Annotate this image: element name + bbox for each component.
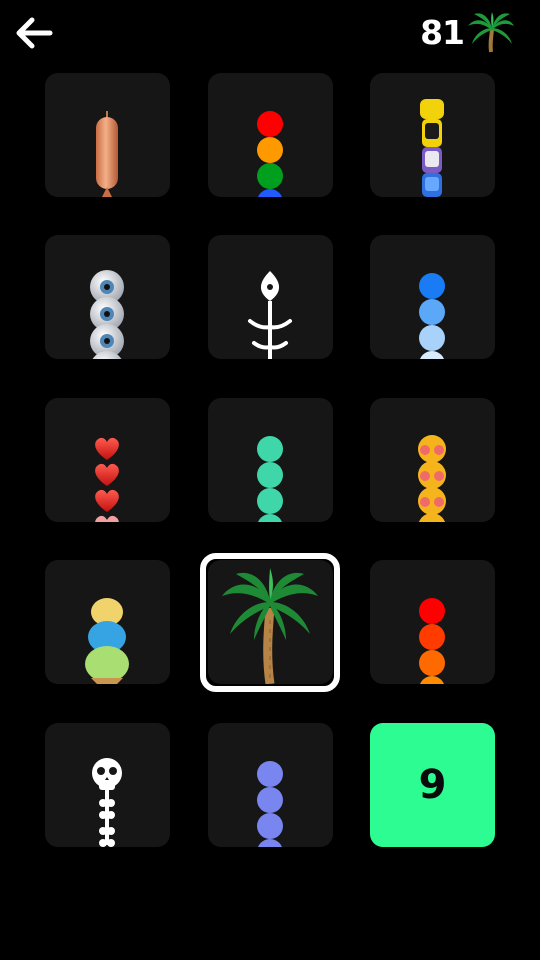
back-button[interactable] [12, 14, 56, 52]
skin-tile-cars[interactable] [370, 73, 495, 197]
palm-tree-icon [222, 568, 318, 684]
heart-stack-icon [95, 437, 119, 522]
lavender-balls-icon [257, 761, 283, 847]
currency-counter: 81 [420, 8, 516, 56]
teal-balls-icon [257, 436, 283, 522]
blue-balls-icon [419, 273, 445, 359]
palm-tree-icon [468, 12, 514, 53]
fish-skeleton-icon [248, 271, 292, 359]
palm-count: 81 [420, 12, 465, 52]
sausage-icon [96, 111, 118, 197]
car-stack-icon [420, 99, 444, 197]
emoji-stack-icon [418, 435, 446, 522]
skin-tile-palm-tree[interactable] [208, 560, 333, 684]
skin-tile-lavender-balls[interactable] [208, 723, 333, 847]
skin-tile-eyeballs[interactable] [45, 235, 170, 359]
red-orange-balls-icon [419, 598, 445, 684]
skin-tile-skeleton[interactable] [45, 723, 170, 847]
skin-tile-teal-balls[interactable] [208, 398, 333, 522]
ice-cream-icon [85, 598, 129, 684]
skin-tile-locked[interactable]: 9 [370, 723, 495, 847]
unlock-price: 9 [418, 762, 447, 808]
skeleton-icon [92, 758, 122, 847]
skin-tile-sausage[interactable] [45, 73, 170, 197]
skin-tile-fish-bone[interactable] [208, 235, 333, 359]
skin-tile-fire-balls[interactable] [370, 560, 495, 684]
skin-tile-emoji-faces[interactable] [370, 398, 495, 522]
skin-tile-traffic-light[interactable] [208, 73, 333, 197]
skin-tile-ice-cream[interactable] [45, 560, 170, 684]
traffic-balls-icon [257, 111, 283, 197]
skin-tile-hearts[interactable] [45, 398, 170, 522]
eyeball-stack-icon [90, 270, 124, 359]
skin-tile-blue-balls[interactable] [370, 235, 495, 359]
back-arrow-icon [16, 17, 53, 49]
